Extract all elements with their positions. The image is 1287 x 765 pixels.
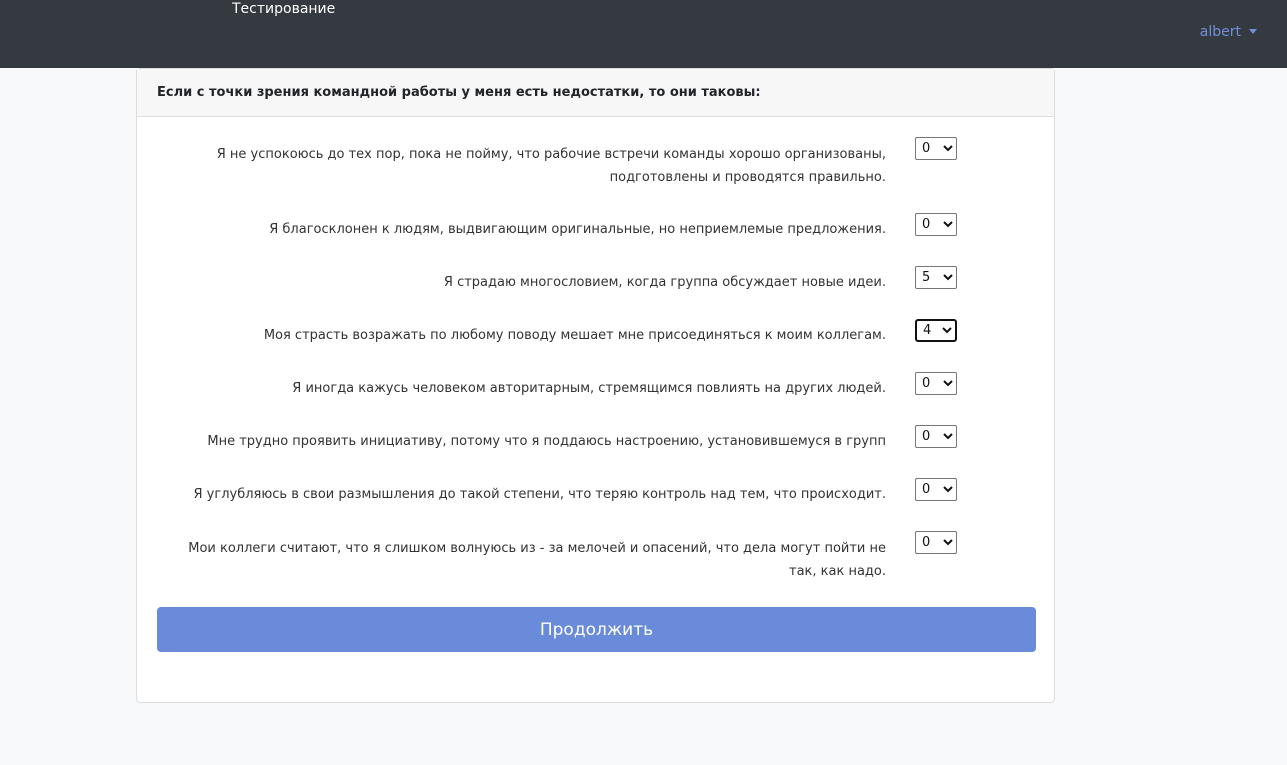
brand-link[interactable]: Тестирование: [232, 0, 335, 18]
user-name: albert: [1199, 24, 1241, 40]
score-select[interactable]: 0: [915, 478, 957, 501]
question-text: Я страдаю многословием, когда группа обс…: [443, 275, 886, 290]
score-select[interactable]: 0: [915, 425, 957, 448]
question-text: Я углубляюсь в свои размышления до такой…: [193, 487, 887, 502]
score-select[interactable]: 0: [915, 372, 957, 395]
card-header: Если с точки зрения командной работы у м…: [137, 69, 1054, 117]
question-text: Я не успокоюсь до тех пор, пока не пойму…: [216, 147, 886, 185]
score-select[interactable]: 0: [915, 213, 957, 236]
user-menu-dropdown[interactable]: albert: [1200, 23, 1257, 41]
question-text: Мне трудно проявить инициативу, потому ч…: [207, 434, 886, 449]
question-text: Я благосклонен к людям, выдвигающим ориг…: [269, 222, 886, 237]
continue-button[interactable]: Продолжить: [157, 607, 1036, 652]
score-select[interactable]: 0: [915, 137, 957, 160]
question-text: Мои коллеги считают, что я слишком волну…: [188, 541, 886, 579]
score-select[interactable]: 4: [915, 319, 957, 342]
score-select[interactable]: 0: [915, 531, 957, 554]
questionnaire-card: Если с точки зрения командной работы у м…: [136, 68, 1055, 703]
top-navbar: Тестирование albert: [0, 0, 1287, 68]
caret-down-icon: [1249, 28, 1257, 34]
score-select[interactable]: 5: [915, 266, 957, 289]
question-text: Я иногда кажусь человеком авторитарным, …: [292, 381, 886, 396]
question-text: Моя страсть возражать по любому поводу м…: [263, 328, 886, 343]
